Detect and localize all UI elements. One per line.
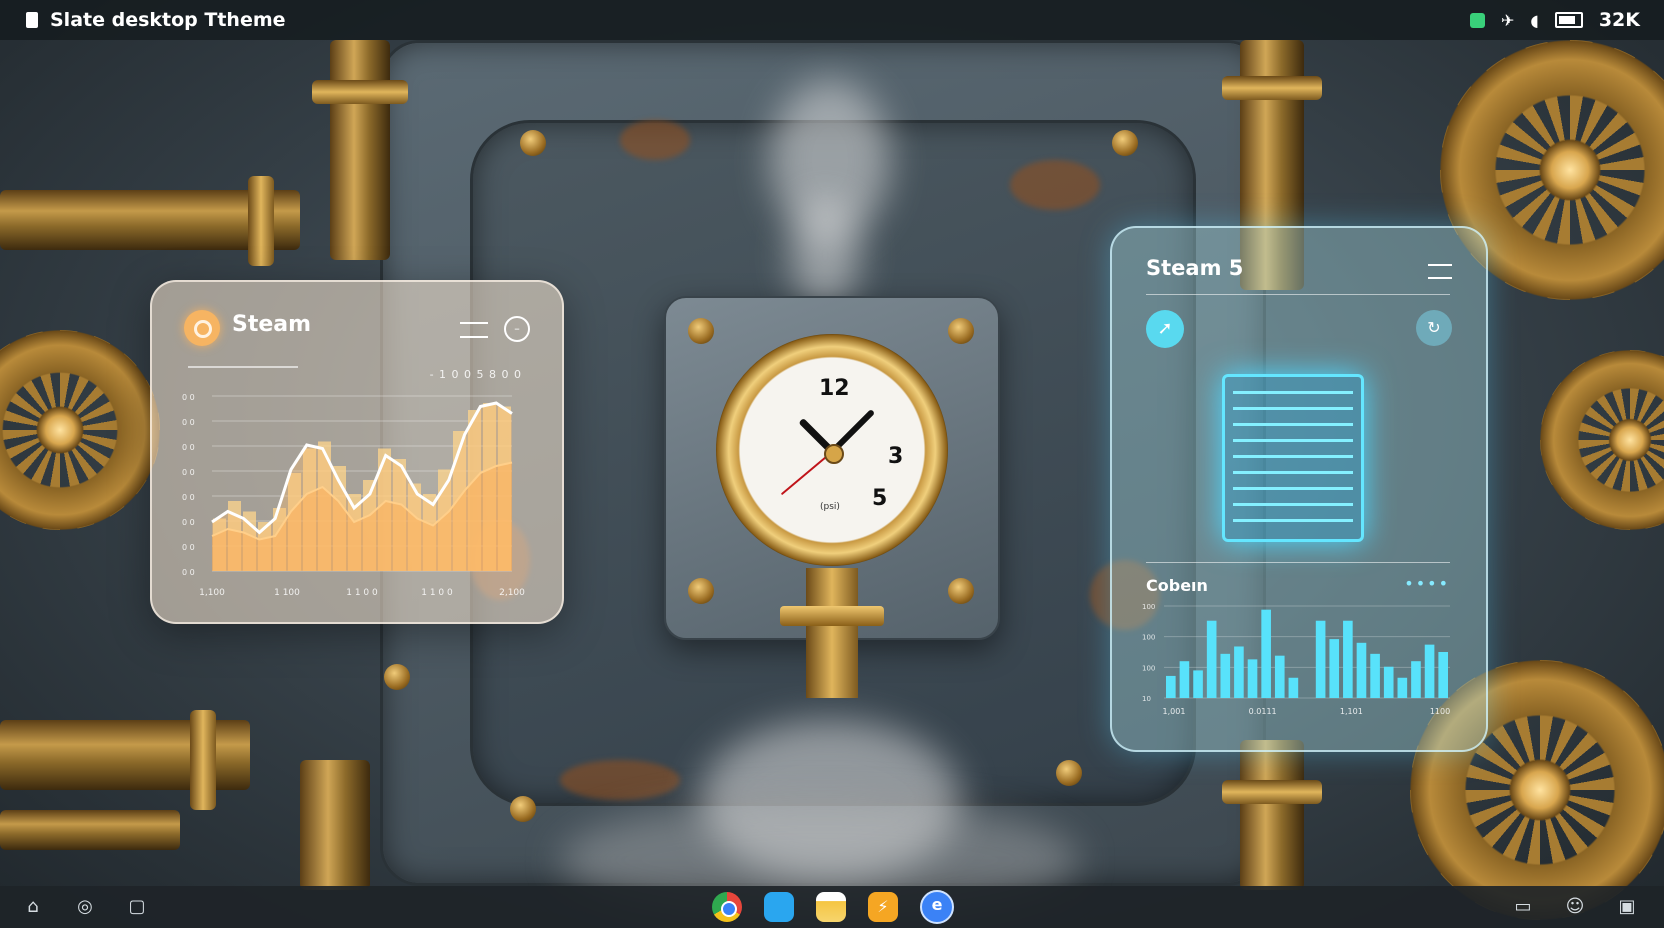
gauge-number-12: 12: [819, 376, 850, 401]
keyboard-battery-icon[interactable]: [1554, 12, 1583, 28]
taskbar: ⌂ ◎ ▢ ⚡ e ▭ ☺ ▣: [0, 886, 1664, 928]
y-tick-label: 100: [1142, 603, 1155, 611]
system-tray: ✈ ◖ 32K: [1469, 0, 1640, 40]
browser-icon[interactable]: e: [920, 890, 954, 924]
chart-bar: [1220, 653, 1231, 698]
y-tick-label: 0 0: [182, 393, 195, 402]
chart-bar: [1315, 620, 1326, 698]
divider: [1146, 294, 1450, 295]
y-tick-label: 0 0: [182, 443, 195, 452]
battery-text: 32K: [1598, 9, 1640, 31]
desktop-icon[interactable]: ▭: [1512, 896, 1534, 918]
mic-icon[interactable]: ◖: [1530, 11, 1538, 30]
chart-bar: [1247, 659, 1258, 698]
chart-bar: [1206, 620, 1217, 698]
steam5-widget: Steam 5 ➚ ↻ Cobeın •••• 100 100 100 10 1,001…: [1110, 226, 1488, 752]
steam-area-chart: 0 0 0 0 0 0 0 0 0 0 0 0 0 0 0 0 1,100 1 100 1 1 0 …: [182, 393, 525, 598]
chart-bar: [1370, 653, 1380, 698]
divider: [188, 366, 298, 368]
notification-icon[interactable]: ▣: [1616, 896, 1638, 918]
chart-bar: [1356, 642, 1367, 698]
chart-bar: [1274, 655, 1285, 698]
orange-app-icon[interactable]: ⚡: [868, 892, 898, 922]
y-tick-label: 0 0: [182, 543, 195, 552]
window-icon[interactable]: ▢: [126, 896, 148, 918]
x-tick-label: 1,100: [199, 588, 225, 598]
files-icon[interactable]: [816, 892, 846, 922]
steam-widget-title: Steam: [232, 312, 312, 337]
steam-reading: - 1 0 0 5 8 0 0: [429, 368, 522, 381]
top-bar: Slate desktop Ttheme ✈ ◖ 32K: [0, 0, 1664, 40]
chart-bar: [1383, 666, 1394, 698]
chart-bar: [1166, 675, 1176, 698]
chart-bar: [1288, 677, 1299, 698]
gauge-number-5: 5: [872, 486, 888, 511]
gauge-number-3: 3: [888, 444, 904, 469]
x-tick-label: 1,001: [1163, 707, 1186, 716]
section-label: Cobeın: [1146, 576, 1208, 595]
steam-tank-graphic: [1222, 374, 1364, 542]
chart-bar: [1261, 609, 1271, 698]
y-tick-label: 10: [1142, 695, 1151, 703]
chart-bar: [1234, 646, 1244, 698]
divider: [1146, 562, 1450, 563]
steam-widget: Steam – - 1 0 0 5 8 0 0 0 00 00 00 00 00…: [150, 280, 564, 624]
app-status-icon[interactable]: [1469, 12, 1485, 28]
close-icon[interactable]: –: [504, 316, 530, 342]
y-tick-label: 100: [1142, 664, 1155, 672]
window-title: Slate desktop Ttheme: [50, 9, 286, 31]
gauge-caption: (psi): [820, 502, 840, 512]
steam5-bar-chart: 100 100 100 10 1,001 0.0111 1,101 1100: [1142, 603, 1450, 716]
menu-icon[interactable]: [460, 322, 488, 338]
x-tick-label: 1100: [1430, 707, 1450, 716]
gauge-stem: [806, 568, 858, 698]
chrome-icon[interactable]: [712, 892, 742, 922]
chart-bar: [1179, 661, 1190, 698]
blue-app-icon[interactable]: [764, 892, 794, 922]
x-tick-label: 1 1 0 0: [346, 588, 378, 598]
user-icon[interactable]: ☺: [1564, 896, 1586, 918]
home-icon[interactable]: ⌂: [22, 896, 44, 918]
x-tick-label: 1 100: [274, 588, 300, 598]
network-icon[interactable]: ✈: [1501, 11, 1514, 30]
y-tick-label: 100: [1142, 634, 1155, 642]
more-options-icon[interactable]: ••••: [1404, 574, 1450, 593]
gauge-hub: [824, 444, 844, 464]
y-tick-label: 0 0: [182, 493, 195, 502]
chart-bar: [1343, 620, 1353, 698]
chart-bar: [1438, 652, 1448, 698]
steam-logo-icon: [184, 310, 220, 346]
chart-bar: [1329, 639, 1340, 698]
x-tick-label: 2,100: [499, 588, 525, 598]
chart-bar: [1411, 661, 1421, 698]
x-tick-label: 1 1 0 0: [421, 588, 453, 598]
chart-bar: [1193, 670, 1203, 698]
y-tick-label: 0 0: [182, 568, 195, 577]
y-tick-label: 0 0: [182, 518, 195, 527]
app-menu-icon[interactable]: [26, 12, 38, 28]
y-tick-label: 0 0: [182, 468, 195, 477]
refresh-icon[interactable]: ↻: [1416, 310, 1452, 346]
y-tick-label: 0 0: [182, 418, 195, 427]
gauge-nut: [780, 606, 884, 626]
x-tick-label: 1,101: [1340, 707, 1363, 716]
chart-bar: [1397, 677, 1408, 698]
steam-icon[interactable]: ◎: [74, 896, 96, 918]
steam5-widget-title: Steam 5: [1146, 256, 1244, 280]
steam-valve-icon[interactable]: ➚: [1146, 310, 1184, 348]
x-tick-label: 0.0111: [1249, 707, 1277, 716]
menu-icon[interactable]: [1428, 264, 1452, 279]
chart-bar: [1424, 644, 1435, 698]
